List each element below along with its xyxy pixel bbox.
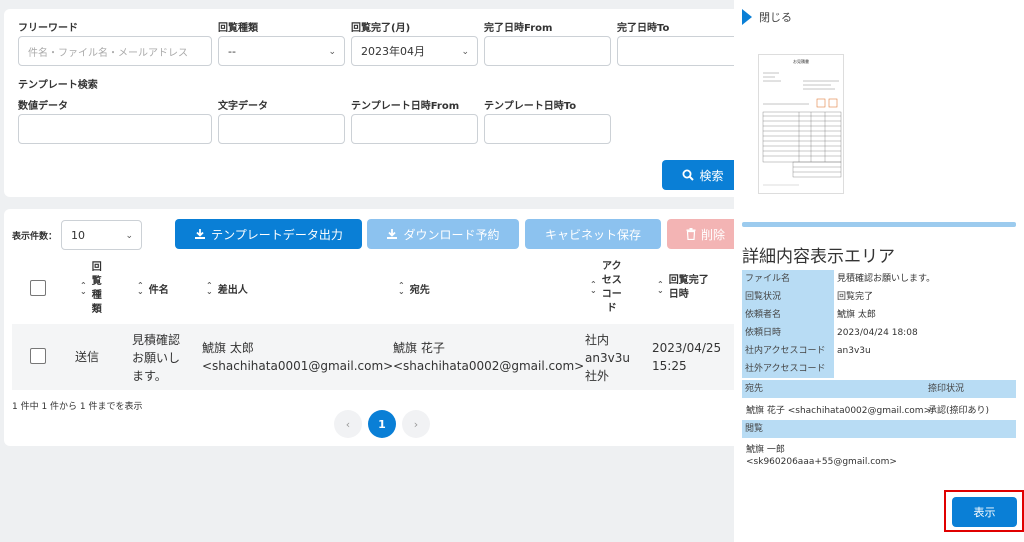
header-type-char: 種 (91, 290, 102, 301)
chevron-down-icon: ⌄ (125, 231, 133, 241)
detail-row-requester: 依頼者名 鯱旗 太郎 (742, 306, 1016, 324)
sort-icon: ⌃ ⌄ (398, 280, 405, 296)
detail-row-internal-code: 社内アクセスコード an3v3u (742, 342, 1016, 360)
circulation-type-label: 回覧種類 (218, 23, 258, 34)
column-header-type[interactable]: ⌃ ⌄ 回 覧 種 類 (80, 261, 102, 317)
column-header-recipient[interactable]: ⌃ ⌄ 宛先 (398, 281, 430, 296)
download-reserve-label: ダウンロード予約 (403, 227, 500, 242)
sort-icon: ⌃ ⌄ (590, 280, 597, 295)
caret-right-icon (742, 9, 752, 25)
download-icon (387, 229, 398, 239)
trash-icon (686, 228, 696, 240)
delete-button[interactable]: 削除 (667, 219, 744, 249)
row-recipient: 鯱旗 花子 <shachihata0002@gmail.com> (393, 341, 585, 373)
completion-month-label: 回覧完了(月) (351, 23, 411, 34)
numeric-data-label: 数値データ (18, 101, 68, 112)
sort-icon: ⌃ ⌄ (80, 281, 87, 296)
text-data-input[interactable] (218, 114, 345, 144)
freeword-input[interactable]: 件名・ファイル名・メールアドレス (18, 36, 212, 66)
sort-icon: ⌃ ⌄ (206, 280, 213, 296)
template-export-label: テンプレートデータ出力 (211, 227, 343, 242)
row-checkbox[interactable] (30, 348, 46, 364)
search-icon (682, 169, 695, 181)
header-completed-part: 日時 (668, 289, 689, 300)
download-reserve-button[interactable]: ダウンロード予約 (367, 219, 519, 249)
pagination-summary: 1 件中 1 件から 1 件までを表示 (12, 402, 143, 412)
download-icon (195, 229, 206, 239)
template-to-input[interactable] (484, 114, 611, 144)
row-type: 送信 (75, 350, 100, 364)
header-sender-label: 差出人 (217, 285, 248, 296)
completed-from-input[interactable] (484, 36, 611, 66)
column-header-sender[interactable]: ⌃ ⌄ 差出人 (206, 281, 248, 296)
show-button[interactable]: 表示 (952, 497, 1017, 527)
detail-row-external-code: 社外アクセスコード (742, 360, 1016, 378)
detail-row-status: 回覧状況 回覧完了 (742, 288, 1016, 306)
next-page-button[interactable]: › (402, 410, 430, 438)
detail-section-title: 詳細内容表示エリア (742, 247, 895, 267)
header-type-char: 類 (91, 304, 102, 315)
detail-row-filename: ファイル名 見積確認お願いします。 (742, 270, 1016, 288)
destination-header: 宛先 捺印状況 (742, 380, 1016, 398)
viewer-value: 鯱旗 一郎 <sk960206aaa+55@gmail.com> (746, 445, 897, 467)
completed-from-label: 完了日時From (484, 23, 553, 34)
delete-label: 削除 (700, 227, 725, 242)
header-type-char: 回 (91, 262, 102, 273)
close-panel-button[interactable]: 閉じる (742, 9, 792, 25)
header-access-part: セス (601, 275, 622, 286)
sort-icon: ⌃ ⌄ (137, 280, 144, 296)
detail-row-request-date: 依頼日時 2023/04/24 18:08 (742, 324, 1016, 342)
row-completed: 2023/04/25 15:25 (652, 341, 722, 373)
section-divider (742, 222, 1016, 227)
chevron-down-icon: ⌄ (461, 47, 469, 57)
sort-icon: ⌃ ⌄ (657, 280, 664, 295)
column-header-completed[interactable]: ⌃ ⌄ 回覧完了 日時 (657, 274, 709, 302)
template-search-heading: テンプレート検索 (18, 80, 98, 91)
template-export-button[interactable]: テンプレートデータ出力 (175, 219, 362, 249)
viewer-header: 閲覧 (742, 420, 1016, 438)
select-all-checkbox[interactable] (30, 280, 46, 296)
page-size-select[interactable]: 10 ⌄ (61, 220, 142, 250)
header-access-part: アク (601, 261, 622, 272)
freeword-label: フリーワード (18, 23, 78, 34)
document-thumbnail[interactable]: お見積書 (758, 54, 844, 194)
text-data-label: 文字データ (218, 101, 268, 112)
header-completed-part: 回覧完了 (668, 275, 709, 286)
document-preview-image (762, 72, 842, 186)
search-button-label: 検索 (699, 168, 724, 183)
header-access-part: ド (606, 303, 617, 314)
completed-to-label: 完了日時To (617, 23, 670, 34)
cabinet-save-label: キャビネット保存 (544, 227, 641, 242)
header-recipient-label: 宛先 (409, 285, 430, 296)
row-access-code: 社内 an3v3u 社外 (585, 333, 630, 383)
template-from-label: テンプレート日時From (351, 101, 460, 112)
template-from-input[interactable] (351, 114, 478, 144)
cabinet-save-button[interactable]: キャビネット保存 (525, 219, 661, 249)
circulation-type-value: -- (228, 44, 236, 58)
search-button[interactable]: 検索 (662, 160, 744, 190)
column-header-access-code[interactable]: ⌃ ⌄ アク セス コー ド (590, 260, 622, 316)
completion-month-value: 2023年04月 (361, 45, 425, 58)
header-subject-label: 件名 (148, 285, 169, 296)
completion-month-select[interactable]: 2023年04月 ⌄ (351, 36, 478, 66)
row-sender: 鯱旗 太郎 <shachihata0001@gmail.com> (202, 341, 394, 373)
stamp-status-value: 承認(捺印あり) (928, 406, 990, 416)
numeric-data-input[interactable] (18, 114, 212, 144)
header-type-char: 覧 (91, 276, 102, 287)
prev-page-button[interactable]: ‹ (334, 410, 362, 438)
page-size-value: 10 (71, 228, 85, 242)
completed-to-input[interactable] (617, 36, 744, 66)
page-size-label: 表示件数： (12, 232, 58, 242)
template-to-label: テンプレート日時To (484, 101, 577, 112)
header-access-part: コー (601, 289, 622, 300)
close-label: 閉じる (759, 11, 792, 24)
destination-value: 鯱旗 花子 <shachihata0002@gmail.com> (746, 406, 932, 416)
column-header-subject[interactable]: ⌃ ⌄ 件名 (137, 281, 169, 296)
circulation-type-select[interactable]: -- ⌄ (218, 36, 345, 66)
page-1-button[interactable]: 1 (368, 410, 396, 438)
chevron-down-icon: ⌄ (328, 47, 336, 57)
row-subject: 見積確認 お願いし ます。 (132, 333, 181, 383)
